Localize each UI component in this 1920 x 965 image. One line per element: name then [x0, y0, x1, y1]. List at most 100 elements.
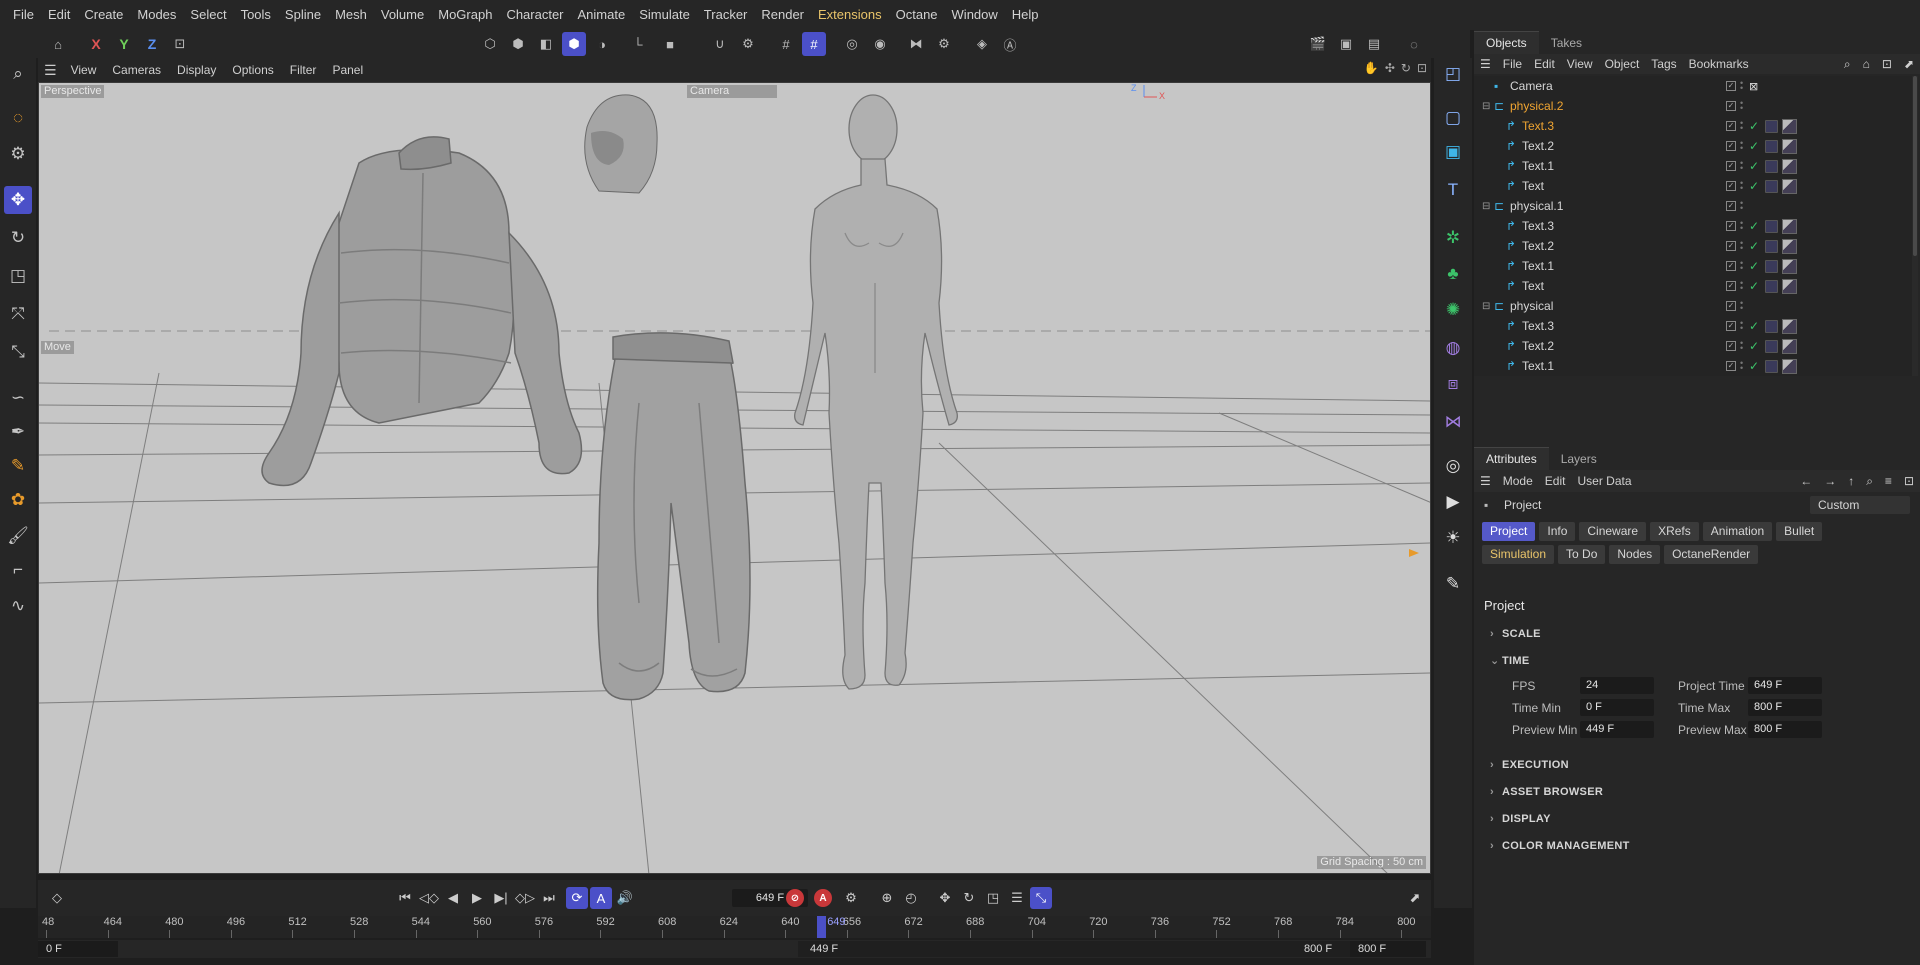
play-icon[interactable]: ▶	[466, 887, 488, 909]
autokey-icon[interactable]: A	[814, 889, 832, 907]
sweatpants-model[interactable]	[596, 332, 751, 701]
object-name[interactable]: physical.2	[1510, 99, 1563, 113]
layer-checkbox[interactable]: ✓	[1726, 281, 1736, 291]
object-name[interactable]: Text.3	[1522, 219, 1554, 233]
menu-octane[interactable]: Octane	[889, 0, 945, 30]
menu-tracker[interactable]: Tracker	[697, 0, 755, 30]
group-asset-browser[interactable]: › ASSET BROWSER	[1490, 786, 1603, 798]
tab-takes[interactable]: Takes	[1539, 32, 1594, 54]
expand-toggle-icon[interactable]: ⊟	[1482, 101, 1490, 112]
object-row[interactable]: ⊟ ⊏ physical.2 ✓ • •	[1474, 96, 1914, 116]
pan-hand-icon[interactable]: ✋	[1364, 61, 1379, 75]
layer-checkbox[interactable]: ✓	[1726, 301, 1736, 311]
group-color-management[interactable]: › COLOR MANAGEMENT	[1490, 840, 1630, 852]
quantize-icon[interactable]: #	[802, 32, 826, 56]
position-key-icon[interactable]: ✥	[934, 887, 956, 909]
object-row[interactable]: ↱ Text.1 ✓ • • ✓	[1474, 356, 1914, 376]
phong-tag-icon[interactable]	[1765, 139, 1778, 153]
pill-project[interactable]: Project	[1482, 522, 1536, 541]
object-row[interactable]: ↱ Text.2 ✓ • • ✓	[1474, 336, 1914, 356]
object-row[interactable]: ↱ Text.1 ✓ • • ✓	[1474, 156, 1914, 176]
material-tag-icon[interactable]	[1782, 178, 1797, 194]
octane-light-marker[interactable]	[1409, 549, 1419, 557]
pill-octanerender[interactable]: OctaneRender	[1664, 545, 1759, 564]
forward-arrow-icon[interactable]: →	[1818, 474, 1842, 488]
enabled-check-icon[interactable]: ✓	[1749, 259, 1761, 273]
om-menu-bookmarks[interactable]: Bookmarks	[1683, 57, 1755, 71]
material-tag-icon[interactable]	[1782, 358, 1797, 374]
viewport-menu-filter[interactable]: Filter	[282, 63, 325, 77]
octane-live-icon[interactable]: ◈	[970, 32, 994, 56]
preview-max-field[interactable]: 800 F	[1748, 721, 1822, 738]
loop-icon[interactable]: ⟳	[566, 887, 588, 909]
tab-layers[interactable]: Layers	[1549, 448, 1609, 470]
object-name[interactable]: Text	[1522, 279, 1544, 293]
object-name[interactable]: physical.1	[1510, 199, 1563, 213]
group-time[interactable]: ⌄ TIME	[1490, 654, 1529, 667]
render-region-icon[interactable]: 🎬	[1306, 32, 1330, 56]
enabled-check-icon[interactable]: ✓	[1749, 239, 1761, 253]
layer-checkbox[interactable]: ✓	[1726, 201, 1736, 211]
phong-tag-icon[interactable]	[1765, 259, 1778, 273]
deformer-icon[interactable]: ✿	[4, 486, 32, 514]
preset-dropdown[interactable]: Custom	[1810, 496, 1910, 514]
menu-window[interactable]: Window	[945, 0, 1005, 30]
mograph-cloner-icon[interactable]: ♣	[1439, 260, 1467, 288]
menu-spline[interactable]: Spline	[278, 0, 328, 30]
text-spline-icon[interactable]: T	[1439, 176, 1467, 204]
rotation-key-icon[interactable]: ↻	[958, 887, 980, 909]
material-tag-icon[interactable]	[1782, 118, 1797, 134]
visibility-dots[interactable]: • •	[1740, 259, 1745, 273]
visibility-dots[interactable]: • •	[1740, 159, 1745, 173]
generators-icon[interactable]: ✲	[1439, 224, 1467, 252]
om-lock-icon[interactable]: ⊡	[1876, 57, 1898, 71]
object-row[interactable]: ▪ Camera ✓ • • ⊠	[1474, 76, 1914, 96]
phong-tag-icon[interactable]	[1765, 119, 1778, 133]
points-mode-icon[interactable]: ⬡	[478, 32, 502, 56]
visibility-dots[interactable]: • •	[1740, 219, 1745, 233]
enabled-check-icon[interactable]: ✓	[1749, 139, 1761, 153]
pill-nodes[interactable]: Nodes	[1609, 545, 1661, 564]
puffer-jacket-model[interactable]	[261, 136, 583, 487]
material-tag-icon[interactable]	[1782, 138, 1797, 154]
viewport-menu-panel[interactable]: Panel	[324, 63, 371, 77]
object-row[interactable]: ↱ Text ✓ • • ✓	[1474, 276, 1914, 296]
material-tag-icon[interactable]	[1782, 238, 1797, 254]
symmetry-icon[interactable]: ⧓	[904, 32, 928, 56]
motion-clip-icon[interactable]: ◴	[900, 887, 922, 909]
phong-tag-icon[interactable]	[1765, 319, 1778, 333]
tool-settings-icon[interactable]: ⚙	[4, 140, 32, 168]
enabled-check-icon[interactable]: ✓	[1749, 319, 1761, 333]
pen-tool-icon[interactable]: ✒	[4, 418, 32, 446]
object-row[interactable]: ↱ Text.3 ✓ • • ✓	[1474, 116, 1914, 136]
preview-min-field[interactable]: 449 F	[1580, 721, 1654, 738]
lock-attr-icon[interactable]: ⊡	[1898, 474, 1920, 488]
viewport-hamburger-icon[interactable]: ☰	[38, 62, 63, 79]
spline-pen-icon[interactable]: ∽	[4, 384, 32, 412]
menu-create[interactable]: Create	[77, 0, 130, 30]
phong-tag-icon[interactable]	[1765, 239, 1778, 253]
menu-file[interactable]: File	[6, 0, 41, 30]
attr-hamburger-icon[interactable]: ☰	[1474, 474, 1497, 488]
pill-todo[interactable]: To Do	[1558, 545, 1606, 564]
menu-mesh[interactable]: Mesh	[328, 0, 374, 30]
camera-objects-icon[interactable]: ▶	[1439, 488, 1467, 516]
knife-icon[interactable]: ⌐	[4, 556, 32, 584]
menu-simulate[interactable]: Simulate	[632, 0, 697, 30]
object-name[interactable]: Text	[1522, 179, 1544, 193]
menu-help[interactable]: Help	[1005, 0, 1046, 30]
menu-volume[interactable]: Volume	[374, 0, 431, 30]
deformers-icon[interactable]: ◍	[1439, 334, 1467, 362]
visibility-dots[interactable]: • •	[1740, 179, 1745, 193]
object-name[interactable]: Text.2	[1522, 139, 1554, 153]
range-end-field[interactable]: 800 F	[1350, 941, 1426, 957]
go-to-end-icon[interactable]: ⏭	[538, 887, 560, 909]
autokey-preview-icon[interactable]: A	[590, 887, 612, 909]
viewport-menu-display[interactable]: Display	[169, 63, 224, 77]
orbit-icon[interactable]: ↻	[1401, 61, 1411, 75]
object-name[interactable]: Text.1	[1522, 159, 1554, 173]
om-search-icon[interactable]: ⌕	[1838, 57, 1857, 72]
up-arrow-icon[interactable]: ↑	[1842, 474, 1860, 488]
spline-primitives-icon[interactable]: ▢	[1439, 104, 1467, 132]
brush-icon[interactable]: 🖌	[4, 522, 32, 550]
